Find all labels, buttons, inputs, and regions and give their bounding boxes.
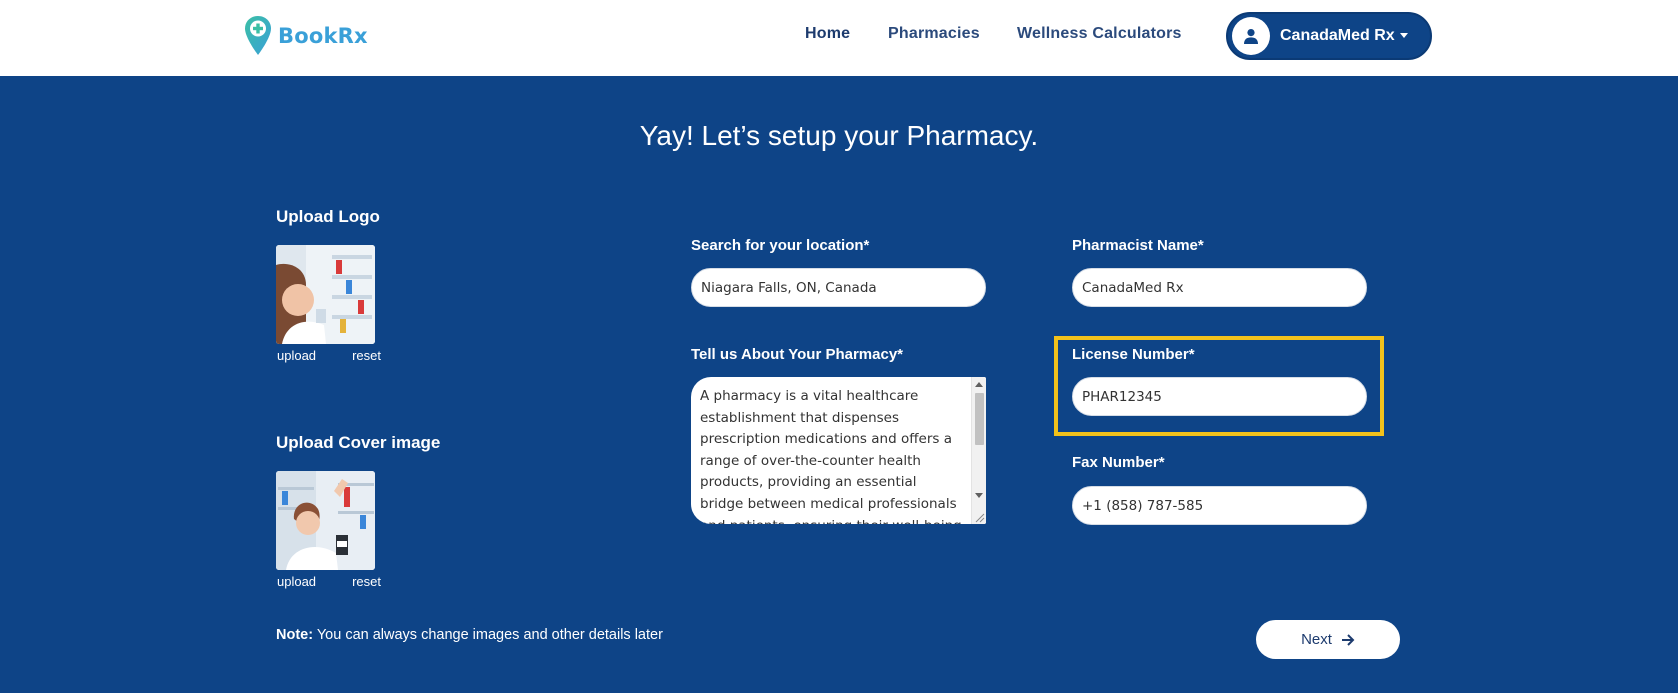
scrollbar-thumb[interactable] <box>975 393 984 445</box>
user-avatar <box>1232 17 1270 55</box>
scroll-down-arrow-icon[interactable] <box>975 493 983 498</box>
arrow-right-icon <box>1341 633 1355 646</box>
textarea-scrollbar[interactable] <box>971 377 986 524</box>
about-text: A pharmacy is a vital healthcare establi… <box>700 388 962 524</box>
location-label: Search for your location* <box>691 237 870 254</box>
license-number-input[interactable]: PHAR12345 <box>1072 377 1367 416</box>
about-textarea[interactable]: A pharmacy is a vital healthcare establi… <box>691 377 986 524</box>
reset-cover-link[interactable]: reset <box>352 574 381 589</box>
next-label: Next <box>1301 631 1332 648</box>
fax-number-label: Fax Number* <box>1072 454 1165 471</box>
logo-preview-image <box>276 245 375 344</box>
user-name: CanadaMed Rx <box>1280 27 1408 45</box>
logo-text: BookRx <box>278 24 368 48</box>
next-button[interactable]: Next <box>1256 620 1400 659</box>
pharmacist-name-label: Pharmacist Name* <box>1072 237 1204 254</box>
pharmacist-name-input[interactable]: CanadaMed Rx <box>1072 268 1367 307</box>
cover-preview-image <box>276 471 375 570</box>
nav-home[interactable]: Home <box>805 25 850 43</box>
map-pin-cross-icon <box>245 16 271 55</box>
resize-handle-icon[interactable] <box>974 512 985 523</box>
caret-down-icon <box>1399 33 1408 39</box>
brand-logo[interactable]: BookRx <box>244 15 368 57</box>
user-icon <box>1244 29 1258 44</box>
upload-logo-label: Upload Logo <box>276 207 380 226</box>
logo-actions: upload reset <box>277 348 381 363</box>
user-menu-button[interactable]: CanadaMed Rx <box>1226 12 1432 60</box>
about-label: Tell us About Your Pharmacy* <box>691 346 903 363</box>
location-input[interactable]: Niagara Falls, ON, Canada <box>691 268 986 307</box>
scroll-up-arrow-icon[interactable] <box>975 382 983 387</box>
page-title: Yay! Let’s setup your Pharmacy. <box>639 120 1039 151</box>
cover-actions: upload reset <box>277 574 381 589</box>
upload-cover-link[interactable]: upload <box>277 574 316 589</box>
license-number-label: License Number* <box>1072 346 1195 363</box>
upload-logo-link[interactable]: upload <box>277 348 316 363</box>
reset-logo-link[interactable]: reset <box>352 348 381 363</box>
nav-wellness-calculators[interactable]: Wellness Calculators <box>1017 25 1182 43</box>
top-navbar: BookRx Home Pharmacies Wellness Calculat… <box>0 0 1678 76</box>
fax-number-input[interactable]: +1 (858) 787-585 <box>1072 486 1367 525</box>
nav-pharmacies[interactable]: Pharmacies <box>888 25 980 43</box>
upload-cover-label: Upload Cover image <box>276 433 441 452</box>
note-text: Note: You can always change images and o… <box>276 627 663 643</box>
